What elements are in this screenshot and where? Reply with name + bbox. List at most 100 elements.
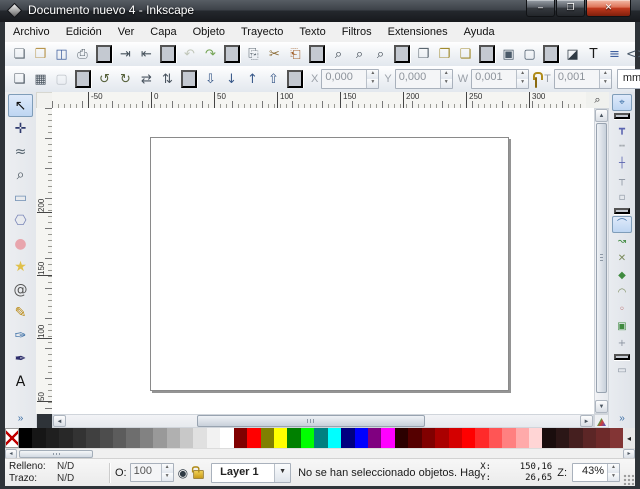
select-all-button[interactable]: ❏: [9, 69, 30, 90]
snap-enable-button[interactable]: ⌖: [612, 94, 632, 111]
zoom-field[interactable]: 43% ▲▼: [572, 463, 620, 482]
deselect-button[interactable]: ▢: [51, 69, 72, 90]
text-dialog-button[interactable]: T: [583, 44, 604, 65]
vertical-ruler[interactable]: 200150100500: [36, 108, 53, 414]
snap-bbox-button[interactable]: ┳: [612, 121, 632, 138]
document-page[interactable]: [150, 137, 509, 391]
palette-swatch[interactable]: [529, 428, 542, 448]
export-button[interactable]: ⇤: [136, 44, 157, 65]
fill-stroke-indicator[interactable]: Relleno: N/D Trazo: N/D: [5, 461, 105, 485]
tool-ellipse[interactable]: ●: [8, 232, 33, 255]
vertical-scrollbar[interactable]: ▲ ▼: [594, 108, 609, 414]
palette-swatch[interactable]: [19, 428, 32, 448]
open-document-button[interactable]: ❒: [30, 44, 51, 65]
palette-swatch[interactable]: [583, 428, 596, 448]
rotate-ccw-button[interactable]: ↺: [94, 69, 115, 90]
flip-vertical-button[interactable]: ⇅: [157, 69, 178, 90]
palette-none-swatch[interactable]: [5, 428, 19, 448]
palette-swatch[interactable]: [489, 428, 502, 448]
x-spinner[interactable]: ▲▼: [366, 70, 378, 88]
flip-horizontal-button[interactable]: ⇄: [136, 69, 157, 90]
tool-pen[interactable]: ✑: [8, 324, 33, 347]
maximize-button[interactable]: ❐: [556, 0, 585, 17]
import-button[interactable]: ⇥: [115, 44, 136, 65]
snap-midpoints-button[interactable]: ◦: [612, 301, 632, 318]
y-field[interactable]: 0,000 ▲▼: [395, 69, 453, 89]
palette-swatch[interactable]: [314, 428, 327, 448]
palette-swatch[interactable]: [46, 428, 59, 448]
tool-star[interactable]: ★: [8, 255, 33, 278]
lock-ratio-icon[interactable]: [535, 77, 537, 88]
snapbar-overflow-chevron[interactable]: »: [619, 413, 625, 424]
zoom-drawing-button[interactable]: ⌕: [349, 44, 370, 65]
group-button[interactable]: ▣: [498, 44, 519, 65]
menu-item[interactable]: Objeto: [185, 23, 233, 42]
palette-swatch[interactable]: [542, 428, 555, 448]
palette-swatch[interactable]: [274, 428, 287, 448]
palette-swatch[interactable]: [328, 428, 341, 448]
scroll-down-arrow[interactable]: ▼: [595, 400, 608, 413]
palette-swatch[interactable]: [220, 428, 233, 448]
horizontal-scrollbar[interactable]: ◄ ►: [52, 414, 594, 428]
menu-item[interactable]: Trayecto: [233, 23, 291, 42]
palette-swatch[interactable]: [408, 428, 421, 448]
palette-swatch[interactable]: [355, 428, 368, 448]
width-field[interactable]: 0,001 ▲▼: [471, 69, 529, 89]
layer-dropdown-arrow-icon[interactable]: ▼: [274, 464, 290, 482]
zoom-page-button[interactable]: ⌕: [370, 44, 391, 65]
scroll-up-arrow[interactable]: ▲: [595, 109, 608, 122]
snap-paths-button[interactable]: ↝: [612, 233, 632, 250]
tool-node-editor[interactable]: ✛: [8, 117, 33, 140]
palette-swatch[interactable]: [153, 428, 166, 448]
menu-item[interactable]: Ver: [110, 23, 143, 42]
snap-path-intersections-button[interactable]: ✕: [612, 250, 632, 267]
cut-button[interactable]: ✂: [264, 44, 285, 65]
horizontal-scrollbar-thumb[interactable]: [197, 415, 425, 427]
xml-editor-button[interactable]: <>: [625, 44, 640, 65]
menu-item[interactable]: Capa: [142, 23, 184, 42]
palette-swatch[interactable]: [381, 428, 394, 448]
palette-swatch[interactable]: [193, 428, 206, 448]
print-button[interactable]: ⎙: [72, 44, 93, 65]
palette-swatch[interactable]: [435, 428, 448, 448]
tool-calligraphy[interactable]: ✒: [8, 347, 33, 370]
raise-button[interactable]: ↑: [242, 69, 263, 90]
vertical-scrollbar-thumb[interactable]: [596, 123, 607, 393]
opacity-field[interactable]: 100 ▲▼: [130, 463, 174, 482]
toolbox-overflow-chevron[interactable]: »: [18, 413, 24, 424]
horizontal-ruler[interactable]: -50050100150200250300350: [52, 92, 586, 109]
snap-smooth-nodes-button[interactable]: ◠: [612, 284, 632, 301]
canvas-viewport[interactable]: [52, 108, 594, 414]
layers-dialog-button[interactable]: ≡: [604, 44, 625, 65]
paste-button[interactable]: ⎗: [285, 44, 306, 65]
palette-swatch[interactable]: [569, 428, 582, 448]
tool-rectangle[interactable]: ▭: [8, 186, 33, 209]
palette-swatch[interactable]: [113, 428, 126, 448]
y-spinner[interactable]: ▲▼: [440, 70, 452, 88]
palette-swatch[interactable]: [556, 428, 569, 448]
duplicate-button[interactable]: ❐: [413, 44, 434, 65]
width-spinner[interactable]: ▲▼: [516, 70, 528, 88]
palette-swatch[interactable]: [449, 428, 462, 448]
snap-cusp-nodes-button[interactable]: ◆: [612, 267, 632, 284]
scroll-left-arrow[interactable]: ◄: [53, 415, 66, 427]
new-document-button[interactable]: ❏: [9, 44, 30, 65]
palette-swatch[interactable]: [59, 428, 72, 448]
tool-pencil[interactable]: ✎: [8, 301, 33, 324]
menu-item[interactable]: Edición: [58, 23, 110, 42]
menu-item[interactable]: Archivo: [5, 23, 58, 42]
raise-to-top-button[interactable]: ⇧: [263, 69, 284, 90]
menu-item[interactable]: Texto: [291, 23, 333, 42]
snap-object-centers-button[interactable]: ▣: [612, 318, 632, 335]
create-clone-button[interactable]: ❐: [434, 44, 455, 65]
redo-button[interactable]: ↷: [200, 44, 221, 65]
palette-swatch[interactable]: [73, 428, 86, 448]
snap-bbox-edges-button[interactable]: ┅: [612, 138, 632, 155]
ungroup-button[interactable]: ▢: [519, 44, 540, 65]
close-button[interactable]: ✕: [586, 0, 631, 17]
quick-zoom-button[interactable]: ⌕: [586, 92, 609, 108]
layer-visibility-eye-icon[interactable]: ◉: [178, 466, 188, 480]
x-field[interactable]: 0,000 ▲▼: [321, 69, 379, 89]
tool-3dbox[interactable]: ⎔: [8, 209, 33, 232]
zoom-spinner[interactable]: ▲▼: [607, 464, 619, 481]
